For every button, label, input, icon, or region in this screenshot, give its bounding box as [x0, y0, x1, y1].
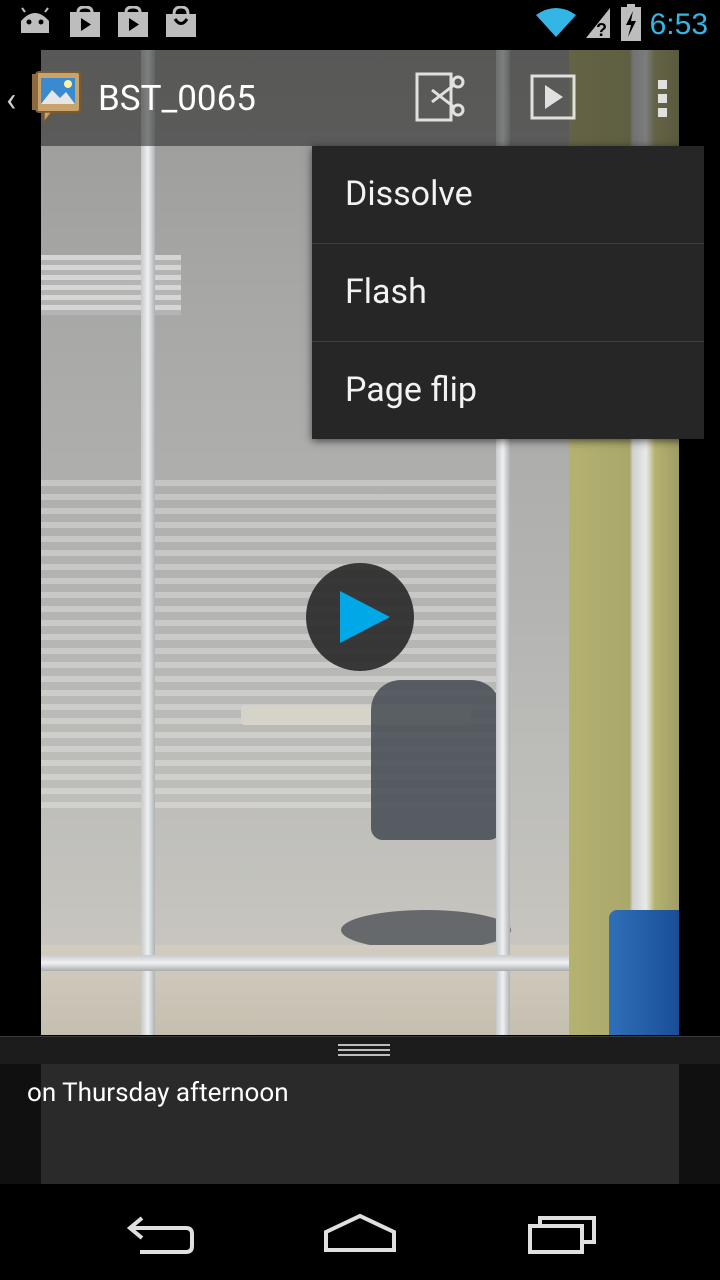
- clock: 6:53: [649, 8, 708, 41]
- menu-item-dissolve[interactable]: Dissolve: [312, 146, 704, 243]
- back-icon: [126, 1216, 194, 1254]
- drag-handle-icon: [338, 1044, 390, 1056]
- wifi-icon: [535, 7, 576, 43]
- home-icon: [324, 1213, 396, 1252]
- door-frame: [141, 50, 155, 1035]
- menu-item-page-flip[interactable]: Page flip: [312, 341, 704, 439]
- overflow-menu-button[interactable]: [650, 74, 676, 124]
- ceiling-light: [41, 255, 181, 315]
- navigation-bar: [0, 1184, 720, 1280]
- battery-charging-icon: [620, 4, 642, 46]
- svg-text:?: ?: [596, 20, 607, 40]
- home-button[interactable]: [310, 1204, 410, 1264]
- shopping-bag-icon: [164, 5, 198, 42]
- overflow-icon: [658, 80, 667, 117]
- play-store-icon: [68, 5, 102, 42]
- movie-studio-app-icon[interactable]: [30, 70, 84, 125]
- play-icon: [530, 74, 576, 120]
- no-sim-icon: ?: [584, 6, 612, 44]
- chair-base: [341, 910, 511, 950]
- caption-area: on Thursday afternoon: [0, 1064, 720, 1184]
- office-chair: [371, 680, 501, 840]
- back-button[interactable]: [110, 1204, 210, 1264]
- center-play-button[interactable]: [306, 563, 414, 671]
- transition-menu: Dissolve Flash Page flip: [312, 146, 704, 439]
- play-store-icon: [116, 5, 150, 42]
- caption-text: on Thursday afternoon: [27, 1078, 289, 1108]
- page-title: BST_0065: [98, 78, 256, 119]
- recents-icon: [528, 1216, 596, 1254]
- action-bar: ‹ BST_0065: [0, 50, 720, 146]
- recycling-bin: [609, 910, 679, 1035]
- notification-icons: [16, 5, 198, 42]
- trim-icon: [415, 72, 465, 122]
- trim-button[interactable]: [410, 70, 472, 126]
- android-icon: [16, 7, 54, 41]
- caption-drag-handle[interactable]: [0, 1036, 720, 1065]
- up-caret-icon[interactable]: ‹: [6, 80, 26, 120]
- menu-item-flash[interactable]: Flash: [312, 243, 704, 341]
- recents-button[interactable]: [512, 1204, 612, 1264]
- preview-play-button[interactable]: [524, 70, 584, 126]
- play-icon: [340, 591, 390, 643]
- status-bar: ? 6:53: [0, 0, 720, 50]
